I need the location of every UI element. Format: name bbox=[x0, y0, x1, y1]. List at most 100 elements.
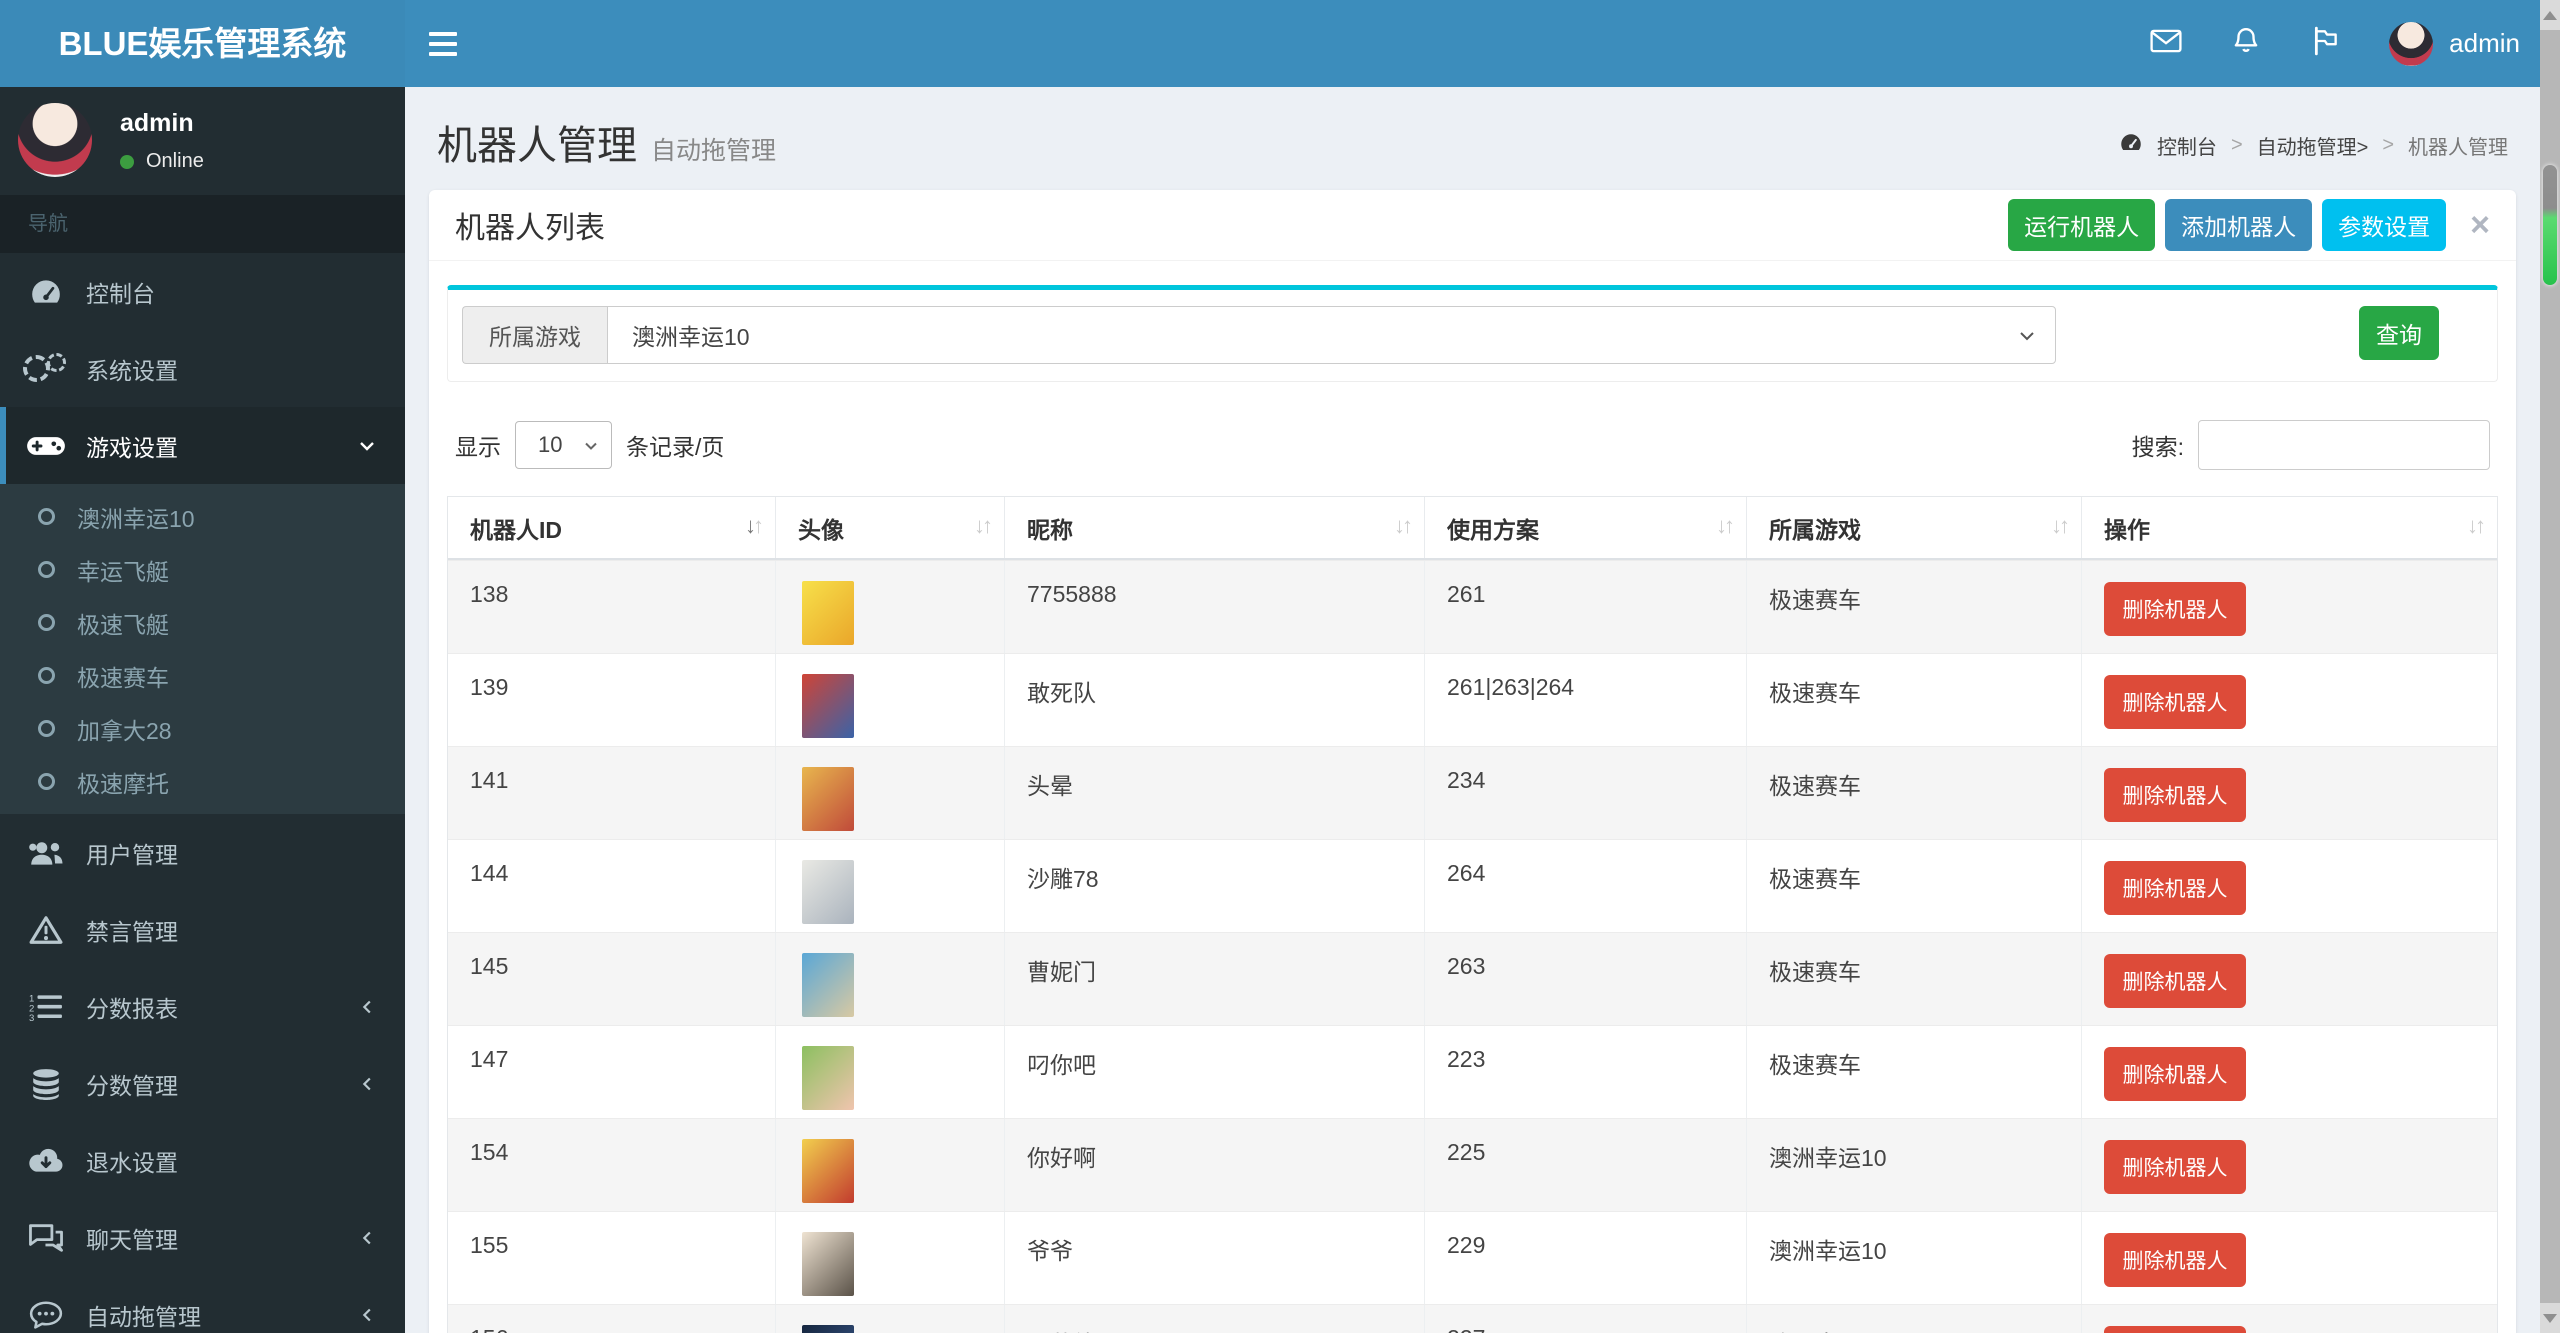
column-header-robot-id[interactable]: 机器人ID ↓↑ bbox=[448, 497, 775, 558]
breadcrumb-item-dashboard[interactable]: 控制台 bbox=[2157, 131, 2217, 160]
sort-icon[interactable]: ↓↑ bbox=[2051, 513, 2070, 539]
avatar-image bbox=[802, 1232, 854, 1296]
flag-icon bbox=[2312, 26, 2340, 61]
collapse-box-button[interactable]: × bbox=[2470, 208, 2490, 242]
sidebar-item-mute-management[interactable]: 禁言管理 bbox=[0, 891, 405, 968]
robot-id-cell: 139 bbox=[470, 674, 509, 700]
close-icon: × bbox=[2470, 206, 2490, 244]
table-row: 141 头晕 234 极速赛车 删除机器人 bbox=[448, 746, 2497, 839]
comments-icon bbox=[6, 1223, 86, 1253]
plan-cell: 227 bbox=[1424, 1305, 1746, 1333]
sidebar-item-user-management[interactable]: 用户管理 bbox=[0, 814, 405, 891]
plan-cell: 263 bbox=[1424, 933, 1746, 1025]
envelope-icon bbox=[2150, 29, 2182, 58]
scrollbar-up-button[interactable] bbox=[2540, 0, 2560, 30]
game-settings-submenu: 澳洲幸运10 幸运飞艇 极速飞艇 极速赛车 加拿大28 极速摩托 bbox=[0, 484, 405, 814]
robot-id-cell: 156 bbox=[448, 1305, 775, 1333]
plan-cell: 261 bbox=[1424, 561, 1746, 653]
robot-id-cell: 138 bbox=[470, 581, 509, 607]
sort-icon[interactable]: ↓↑ bbox=[974, 513, 993, 539]
sidebar-item-chat-management[interactable]: 聊天管理 bbox=[0, 1199, 405, 1276]
column-header-avatar[interactable]: 头像 ↓↑ bbox=[775, 497, 1004, 558]
nickname-cell: 敢死队 bbox=[1004, 654, 1424, 746]
scrollbar-down-button[interactable] bbox=[2540, 1303, 2560, 1333]
game-cell: 极速赛车 bbox=[1746, 561, 2081, 653]
delete-robot-button[interactable]: 删除机器人 bbox=[2104, 1140, 2246, 1194]
sidebar-item-system-settings[interactable]: 系统设置 bbox=[0, 330, 405, 407]
delete-robot-button[interactable]: 删除机器人 bbox=[2104, 1233, 2246, 1287]
delete-robot-button[interactable]: 删除机器人 bbox=[2104, 954, 2246, 1008]
sidebar-item-auto-drag-management[interactable]: 自动拖管理 bbox=[0, 1276, 405, 1333]
circle-icon bbox=[38, 561, 55, 578]
submenu-item-jisu-saiche[interactable]: 极速赛车 bbox=[0, 649, 405, 702]
submenu-item-xingyun-feiting[interactable]: 幸运飞艇 bbox=[0, 543, 405, 596]
avatar-image bbox=[802, 953, 854, 1017]
triangle-up-icon bbox=[2543, 10, 2557, 20]
sort-icon[interactable]: ↓↑ bbox=[1394, 513, 1413, 539]
avatar-image bbox=[802, 1139, 854, 1203]
sidebar-item-game-settings[interactable]: 游戏设置 bbox=[0, 407, 405, 484]
sidebar-item-dashboard[interactable]: 控制台 bbox=[0, 253, 405, 330]
table-row: 145 曹妮门 263 极速赛车 删除机器人 bbox=[448, 932, 2497, 1025]
delete-robot-button[interactable]: 删除机器人 bbox=[2104, 582, 2246, 636]
plan-cell: 229 bbox=[1424, 1212, 1746, 1304]
game-select[interactable]: 澳洲幸运10 bbox=[607, 306, 2056, 364]
box-title: 机器人列表 bbox=[455, 212, 605, 245]
table-row: 147 叼你吧 223 极速赛车 删除机器人 bbox=[448, 1025, 2497, 1118]
plan-cell: 264 bbox=[1424, 840, 1746, 932]
robot-table: 机器人ID ↓↑ 头像 ↓↑ 昵称 ↓↑ 使用方案 ↓↑ 所属游戏 ↓↑ 操作 ↓↑ 138… bbox=[447, 496, 2498, 1333]
navbar-user-menu[interactable]: admin bbox=[2389, 21, 2520, 66]
circle-icon bbox=[38, 508, 55, 525]
main-content: 机器人管理 自动拖管理 控制台 > 自动拖管理> > 机器人管理 机器人列表 运… bbox=[405, 87, 2540, 1333]
submenu-item-jisu-feiting[interactable]: 极速飞艇 bbox=[0, 596, 405, 649]
chevron-left-icon bbox=[357, 1073, 379, 1095]
submenu-item-jisu-motuo[interactable]: 极速摩托 bbox=[0, 755, 405, 808]
avatar-image bbox=[802, 767, 854, 831]
user-online-status[interactable]: Online bbox=[120, 150, 204, 173]
sidebar-toggle-button[interactable] bbox=[405, 0, 481, 87]
sidebar-item-rebate-settings[interactable]: 退水设置 bbox=[0, 1122, 405, 1199]
sidebar-item-score-report[interactable]: 123 分数报表 bbox=[0, 968, 405, 1045]
scrollbar-track[interactable] bbox=[2540, 0, 2560, 1333]
records-per-page-label: 条记录/页 bbox=[626, 434, 725, 460]
search-input[interactable] bbox=[2198, 420, 2490, 470]
game-cell: 澳洲幸运10 bbox=[1746, 1119, 2081, 1211]
page-size-select[interactable]: 10 bbox=[515, 421, 612, 469]
sort-icon[interactable]: ↓↑ bbox=[1716, 513, 1735, 539]
notifications-button[interactable] bbox=[2229, 27, 2263, 61]
hamburger-icon bbox=[429, 31, 457, 36]
page-title: 机器人管理 自动拖管理 bbox=[437, 124, 777, 168]
column-header-nickname[interactable]: 昵称 ↓↑ bbox=[1004, 497, 1424, 558]
show-label: 显示 bbox=[455, 434, 501, 460]
game-cell: 澳洲幸运10 bbox=[1746, 1212, 2081, 1304]
breadcrumb-item-auto-drag[interactable]: 自动拖管理> bbox=[2257, 131, 2369, 160]
column-header-game[interactable]: 所属游戏 ↓↑ bbox=[1746, 497, 2081, 558]
sort-icon[interactable]: ↓↑ bbox=[745, 513, 764, 539]
app-logo[interactable]: BLUE娱乐管理系统 bbox=[0, 0, 405, 87]
sort-icon[interactable]: ↓↑ bbox=[2467, 513, 2486, 539]
delete-robot-button[interactable]: 删除机器人 bbox=[2104, 675, 2246, 729]
query-button[interactable]: 查询 bbox=[2359, 306, 2439, 360]
delete-robot-button[interactable]: 删除机器人 bbox=[2104, 768, 2246, 822]
table-controls: 显示 10 条记录/页 搜索: bbox=[447, 420, 2498, 470]
circle-icon bbox=[38, 614, 55, 631]
column-header-plan[interactable]: 使用方案 ↓↑ bbox=[1424, 497, 1746, 558]
search-label: 搜索: bbox=[2131, 434, 2184, 460]
sidebar-item-score-management[interactable]: 分数管理 bbox=[0, 1045, 405, 1122]
content-header: 机器人管理 自动拖管理 控制台 > 自动拖管理> > 机器人管理 bbox=[429, 87, 2516, 190]
scrollbar-thumb[interactable] bbox=[2543, 165, 2557, 285]
delete-robot-button[interactable]: 删除机器人 bbox=[2104, 861, 2246, 915]
messages-button[interactable] bbox=[2149, 27, 2183, 61]
table-row: 139 敢死队 261|263|264 极速赛车 删除机器人 bbox=[448, 653, 2497, 746]
sidebar: admin Online 导航 控制台 系统设置 游戏设置 澳洲幸运10 幸运飞… bbox=[0, 87, 405, 1333]
delete-robot-button[interactable]: 删除机器人 bbox=[2104, 1047, 2246, 1101]
submenu-item-aozhou-xingyun10[interactable]: 澳洲幸运10 bbox=[0, 490, 405, 543]
param-settings-button[interactable]: 参数设置 bbox=[2322, 199, 2447, 251]
column-header-actions[interactable]: 操作 ↓↑ bbox=[2081, 497, 2497, 558]
submenu-item-jianada28[interactable]: 加拿大28 bbox=[0, 702, 405, 755]
game-cell: 极速赛车 bbox=[1746, 654, 2081, 746]
tasks-button[interactable] bbox=[2309, 26, 2343, 61]
delete-robot-button[interactable]: 删除机器人 bbox=[2104, 1326, 2246, 1333]
run-robot-button[interactable]: 运行机器人 bbox=[2008, 199, 2156, 251]
add-robot-button[interactable]: 添加机器人 bbox=[2165, 199, 2313, 251]
